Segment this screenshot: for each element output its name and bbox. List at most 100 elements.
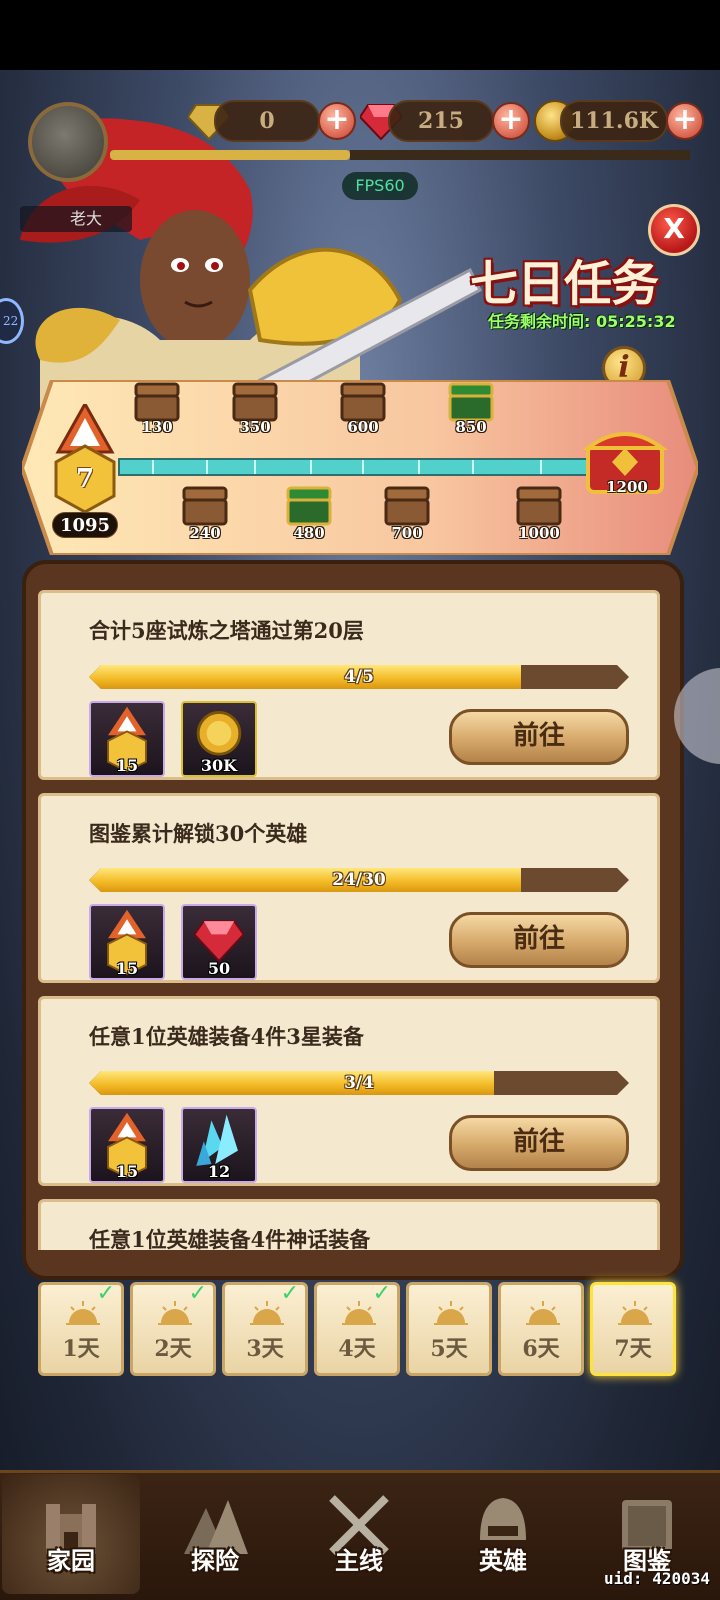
reward-chest-icon[interactable] bbox=[448, 382, 494, 422]
task-title: 任意1位英雄装备4件神话装备 bbox=[89, 1227, 371, 1250]
go-button[interactable]: 前往 bbox=[449, 1115, 629, 1171]
timer-value: 05:25:32 bbox=[595, 312, 676, 331]
track-tick bbox=[254, 460, 256, 474]
current-level: 7 bbox=[75, 464, 95, 494]
chest-points: 350 bbox=[239, 418, 271, 436]
medal-icon bbox=[54, 404, 116, 514]
checkmark-icon: ✓ bbox=[280, 1281, 299, 1306]
sun-icon bbox=[434, 1299, 468, 1325]
reward-item[interactable]: 15 bbox=[89, 1107, 165, 1183]
reward-item[interactable]: 30K bbox=[181, 701, 257, 777]
track-tick bbox=[362, 460, 364, 474]
checkmark-icon: ✓ bbox=[372, 1281, 391, 1306]
sun-icon bbox=[250, 1299, 284, 1325]
current-score: 1095 bbox=[52, 512, 118, 538]
nav-label: 探险 bbox=[191, 1547, 239, 1575]
task-progress-text: 24/30 bbox=[332, 870, 386, 890]
points-track bbox=[118, 458, 588, 476]
nav-label: 英雄 bbox=[479, 1547, 527, 1575]
chest-points: 600 bbox=[347, 418, 379, 436]
task-title: 合计5座试炼之塔通过第20层 bbox=[89, 618, 364, 643]
nav-item[interactable]: 探险 bbox=[146, 1474, 284, 1594]
day-tab[interactable]: 7天 bbox=[590, 1282, 676, 1376]
nav-label: 家园 bbox=[47, 1547, 95, 1575]
player-avatar[interactable] bbox=[28, 102, 108, 182]
reward-count: 30K bbox=[200, 756, 238, 775]
user-id: uid: 420034 bbox=[604, 1569, 710, 1588]
gold-count: 111.6K bbox=[560, 100, 668, 142]
add-red-gem-button[interactable]: + bbox=[492, 102, 530, 140]
track-tick bbox=[472, 460, 474, 474]
reward-item[interactable]: 15 bbox=[89, 701, 165, 777]
checkmark-icon: ✓ bbox=[188, 1281, 207, 1306]
nav-item[interactable]: 主线 bbox=[290, 1474, 428, 1594]
nav-item[interactable]: 家园 bbox=[2, 1474, 140, 1594]
day-tab[interactable]: 4天 ✓ bbox=[314, 1281, 400, 1376]
day-tab[interactable]: 2天 ✓ bbox=[130, 1281, 216, 1376]
close-button[interactable]: X bbox=[648, 204, 700, 256]
nav-item[interactable]: 英雄 bbox=[434, 1474, 572, 1594]
nav-label: 主线 bbox=[335, 1547, 383, 1575]
task-title: 任意1位英雄装备4件3星装备 bbox=[89, 1024, 364, 1049]
reward-chest-icon[interactable] bbox=[232, 382, 278, 422]
chest-points: 240 bbox=[189, 524, 221, 542]
day-label: 1天 bbox=[62, 1336, 100, 1362]
reward-chest-icon[interactable] bbox=[384, 486, 430, 526]
exp-bar bbox=[110, 150, 350, 160]
task-progress-bar: 4/5 bbox=[89, 665, 629, 689]
reward-chest-icon[interactable] bbox=[340, 382, 386, 422]
track-tick bbox=[418, 460, 420, 474]
task-progress-bar: 24/30 bbox=[89, 868, 629, 892]
day-label: 6天 bbox=[522, 1336, 560, 1362]
chest-points: 480 bbox=[293, 524, 325, 542]
day-tab[interactable]: 1天 ✓ bbox=[38, 1281, 124, 1376]
track-tick bbox=[152, 460, 154, 474]
day-tab[interactable]: 3天 ✓ bbox=[222, 1281, 308, 1376]
checkmark-icon: ✓ bbox=[96, 1281, 115, 1306]
reward-count: 15 bbox=[115, 756, 139, 775]
day-tab[interactable]: 6天 bbox=[498, 1282, 584, 1376]
side-bubble[interactable]: 22 bbox=[0, 298, 24, 344]
day-tab[interactable]: 5天 bbox=[406, 1282, 492, 1376]
event-timer: 任务剩余时间: 05:25:32 bbox=[488, 308, 676, 332]
chest-points: 850 bbox=[455, 418, 487, 436]
reward-item[interactable]: 50 bbox=[181, 904, 257, 980]
day-label: 4天 bbox=[338, 1336, 376, 1362]
chest-points: 1000 bbox=[518, 524, 560, 542]
reward-chest-icon[interactable] bbox=[134, 382, 180, 422]
add-green-gem-button[interactable]: + bbox=[318, 102, 356, 140]
add-gold-button[interactable]: + bbox=[666, 102, 704, 140]
day-label: 3天 bbox=[246, 1336, 284, 1362]
reward-count: 50 bbox=[207, 959, 231, 978]
sun-icon bbox=[526, 1299, 560, 1325]
exp-bar-empty bbox=[350, 150, 690, 160]
task-title: 图鉴累计解锁30个英雄 bbox=[89, 821, 308, 846]
track-tick bbox=[206, 460, 208, 474]
task-card: 任意1位英雄装备4件3星装备 3/4 15 12 前往 bbox=[38, 996, 660, 1186]
reward-item[interactable]: 12 bbox=[181, 1107, 257, 1183]
red-gem-count: 215 bbox=[388, 100, 494, 142]
reward-count: 15 bbox=[115, 1162, 139, 1181]
reward-count: 15 bbox=[115, 959, 139, 978]
reward-item[interactable]: 15 bbox=[89, 904, 165, 980]
task-progress-bar: 3/4 bbox=[89, 1071, 629, 1095]
game-screen: 老大 22 0 + 215 + 111.6K + FPS60 七日任务 任务剩余… bbox=[0, 0, 720, 1600]
sun-icon bbox=[66, 1299, 100, 1325]
task-progress-text: 3/4 bbox=[344, 1073, 374, 1093]
fps-counter: FPS60 bbox=[342, 172, 418, 200]
task-list[interactable]: 合计5座试炼之塔通过第20层 4/5 15 30K 前往 图鉴累计解锁30个英雄 24/30… bbox=[38, 580, 660, 1250]
reward-chest-icon[interactable] bbox=[286, 486, 332, 526]
chest-points: 700 bbox=[391, 524, 423, 542]
track-tick bbox=[540, 460, 542, 474]
player-name: 老大 bbox=[20, 206, 132, 232]
reward-chest-icon[interactable] bbox=[516, 486, 562, 526]
day-label: 7天 bbox=[614, 1336, 652, 1362]
status-bar bbox=[0, 0, 720, 70]
reward-chest-icon[interactable] bbox=[182, 486, 228, 526]
task-card: 图鉴累计解锁30个英雄 24/30 15 50 前往 bbox=[38, 793, 660, 983]
timer-label: 任务剩余时间: bbox=[488, 312, 591, 331]
event-title: 七日任务 bbox=[470, 244, 659, 314]
go-button[interactable]: 前往 bbox=[449, 709, 629, 765]
sun-icon bbox=[342, 1299, 376, 1325]
go-button[interactable]: 前往 bbox=[449, 912, 629, 968]
